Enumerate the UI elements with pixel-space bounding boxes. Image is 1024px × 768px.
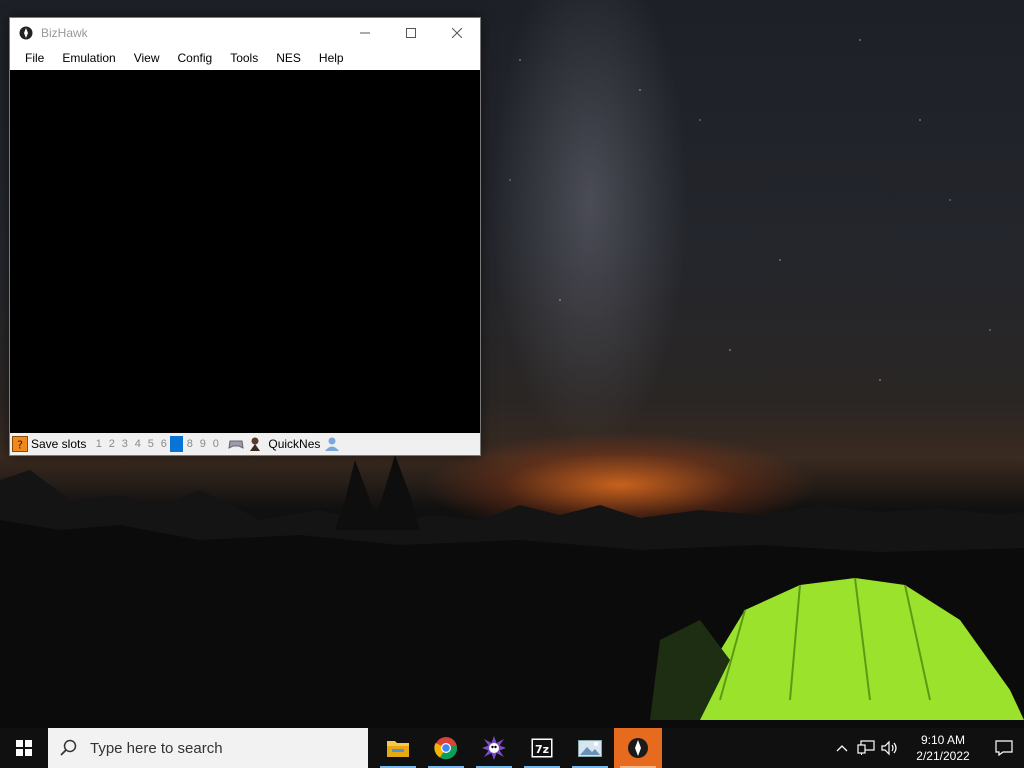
taskbar-bizhawk[interactable]: [614, 728, 662, 768]
folder-icon: [387, 741, 409, 757]
network-icon: [857, 740, 875, 755]
taskbar: Type here to search 7z 9:10 AM 2/21/2022: [0, 728, 1024, 768]
menu-config[interactable]: Config: [169, 47, 222, 70]
save-slot-1[interactable]: 1: [92, 436, 105, 452]
svg-text:7z: 7z: [535, 743, 549, 756]
svg-text:?: ?: [17, 439, 23, 452]
minimize-icon: [360, 32, 370, 33]
save-slot-question-icon[interactable]: ?: [12, 436, 28, 452]
taskbar-image-viewer[interactable]: [566, 728, 614, 768]
taskbar-clock[interactable]: 9:10 AM 2/21/2022: [908, 732, 978, 764]
close-button[interactable]: [434, 18, 480, 47]
taskbar-file-explorer[interactable]: [374, 728, 422, 768]
user-icon[interactable]: [324, 436, 340, 452]
save-slot-4[interactable]: 4: [131, 436, 144, 452]
save-slots-label: Save slots: [31, 437, 87, 451]
star-burst-icon: [482, 736, 506, 760]
tray-volume[interactable]: [878, 728, 902, 768]
taskbar-emulator-launcher[interactable]: [470, 728, 518, 768]
maximize-icon: [406, 27, 416, 38]
save-slot-6[interactable]: 6: [157, 436, 170, 452]
save-slot-9[interactable]: 9: [196, 436, 209, 452]
core-avatar-icon: [247, 436, 263, 452]
speaker-icon: [881, 740, 897, 756]
action-center-button[interactable]: [984, 728, 1024, 768]
minimize-button[interactable]: [342, 18, 388, 47]
save-slot-7[interactable]: 7: [170, 436, 184, 452]
notification-icon: [995, 740, 1013, 756]
bizhawk-icon: [628, 738, 648, 758]
tray-overflow-button[interactable]: [830, 728, 854, 768]
controller-icon[interactable]: [228, 436, 244, 452]
start-button[interactable]: [0, 728, 48, 768]
taskbar-chrome[interactable]: [422, 728, 470, 768]
taskbar-7zip[interactable]: 7z: [518, 728, 566, 768]
maximize-button[interactable]: [388, 18, 434, 47]
menu-file[interactable]: File: [16, 47, 53, 70]
save-slot-8[interactable]: 8: [183, 436, 196, 452]
tray-network[interactable]: [854, 728, 878, 768]
menu-nes[interactable]: NES: [267, 47, 310, 70]
windows-logo-icon: [16, 740, 32, 756]
menu-view[interactable]: View: [125, 47, 169, 70]
chrome-icon: [434, 737, 458, 760]
chevron-up-icon: [836, 745, 848, 752]
menu-tools[interactable]: Tools: [221, 47, 267, 70]
system-tray: 9:10 AM 2/21/2022: [830, 728, 1024, 768]
menu-emulation[interactable]: Emulation: [53, 47, 124, 70]
search-icon: [60, 739, 82, 757]
7z-icon: 7z: [531, 738, 553, 758]
core-name: QuickNes: [268, 437, 321, 451]
title-bar[interactable]: BizHawk: [10, 18, 480, 47]
clock-time: 9:10 AM: [920, 733, 966, 747]
picture-icon: [578, 740, 602, 757]
save-slot-0[interactable]: 0: [209, 436, 222, 452]
save-slot-5[interactable]: 5: [144, 436, 157, 452]
save-slot-3[interactable]: 3: [118, 436, 131, 452]
search-placeholder: Type here to search: [90, 739, 223, 757]
clock-date: 2/21/2022: [916, 749, 970, 763]
window-controls: [342, 18, 480, 47]
menu-help[interactable]: Help: [310, 47, 353, 70]
emulator-screen[interactable]: [10, 70, 480, 433]
bizhawk-icon: [18, 25, 34, 41]
status-bar: ? Save slots 1 2 3 4 5 6 7 8 9 0 QuickNe…: [10, 433, 480, 455]
close-icon: [452, 27, 462, 38]
save-slot-2[interactable]: 2: [105, 436, 118, 452]
menu-bar: File Emulation View Config Tools NES Hel…: [10, 47, 480, 70]
window-title: BizHawk: [41, 25, 88, 40]
bizhawk-window[interactable]: BizHawk File Emulation View Config Tools…: [9, 17, 481, 456]
taskbar-search-box[interactable]: Type here to search: [48, 728, 368, 768]
